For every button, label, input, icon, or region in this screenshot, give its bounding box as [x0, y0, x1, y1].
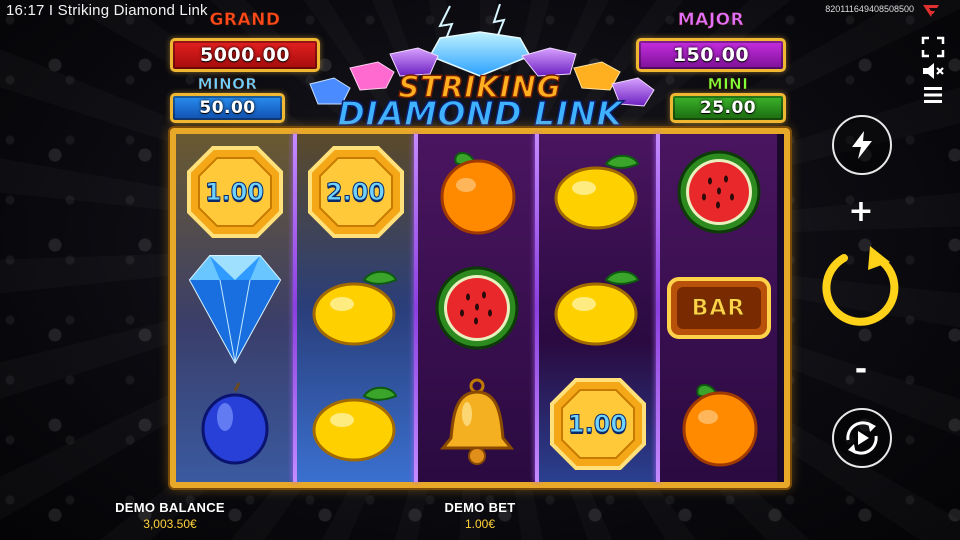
plum-symbol: [176, 366, 293, 482]
menu-icon[interactable]: [921, 84, 945, 106]
reel-4: 1.00: [539, 134, 656, 482]
jackpot-mini-plate: 25.00: [670, 93, 786, 123]
reel-5: BAR: [660, 134, 777, 482]
lightning-icon: [852, 131, 872, 159]
provider-logo-icon: [923, 5, 939, 17]
orange-icon: [440, 152, 515, 235]
jackpot-mini-value: 25.00: [699, 98, 757, 118]
jackpot-major-value: 150.00: [672, 44, 750, 66]
balance-label: DEMO BALANCE: [115, 500, 225, 515]
autoplay-button[interactable]: [832, 408, 892, 468]
lemon-symbol: [297, 250, 414, 366]
game-round-id: 820111649408508500: [825, 4, 914, 14]
fullscreen-icon[interactable]: [921, 36, 945, 58]
decrease-bet-button[interactable]: -: [846, 352, 876, 387]
jackpot-minor-value: 50.00: [199, 98, 256, 118]
jackpot-mini: MINI 25.00: [670, 75, 786, 123]
jackpot-minor-label: MINOR: [197, 75, 258, 94]
spin-button[interactable]: [818, 244, 906, 332]
bet-label: DEMO BET: [444, 500, 516, 515]
lemon-symbol: [539, 250, 656, 366]
coin-value: 2.00: [325, 178, 386, 207]
lemon-symbol: [539, 134, 656, 250]
bell-icon: [439, 378, 514, 465]
lemon-icon: [312, 386, 397, 462]
increase-bet-button[interactable]: +: [846, 194, 876, 229]
bar-label: BAR: [691, 295, 746, 321]
reel-grid: 1.00 2.00 1.00 BAR: [170, 128, 790, 488]
jackpot-grand-value: 5000.00: [199, 44, 291, 66]
watermelon-symbol: [660, 134, 777, 250]
bell-symbol: [418, 366, 535, 482]
watermelon-icon: [677, 150, 760, 234]
orange-symbol: [660, 366, 777, 482]
lemon-symbol: [297, 366, 414, 482]
jackpot-minor-plate: 50.00: [170, 93, 285, 123]
turbo-button[interactable]: [832, 115, 892, 175]
orange-icon: [682, 384, 757, 467]
plum-icon: [201, 382, 268, 465]
orange-symbol: [418, 134, 535, 250]
diamond-icon: [188, 255, 281, 365]
balance-display: DEMO BALANCE 3,003.50€: [100, 500, 240, 531]
reel-2: 2.00: [297, 134, 414, 482]
bet-display[interactable]: DEMO BET 1.00€: [420, 500, 540, 531]
balance-value: 3,003.50€: [143, 517, 197, 531]
autoplay-icon: [846, 421, 878, 455]
cash-coin-symbol: 2.00: [297, 134, 414, 250]
cash-coin-symbol: 1.00: [176, 134, 293, 250]
jackpot-minor: MINOR 50.00: [170, 75, 285, 123]
coin-value: 1.00: [204, 178, 265, 207]
cash-coin-symbol: 1.00: [539, 366, 656, 482]
diamond-symbol: [176, 250, 293, 366]
coin-value: 1.00: [567, 410, 628, 439]
bet-value: 1.00€: [464, 517, 496, 531]
jackpot-mini-label: MINI: [707, 75, 749, 94]
lemon-icon: [312, 270, 397, 346]
reel-3: [418, 134, 535, 482]
watermelon-icon: [435, 266, 518, 350]
spin-arrow-icon: [822, 246, 899, 326]
game-logo: STRIKING DIAMOND LINK: [290, 4, 670, 136]
mute-icon[interactable]: [921, 60, 945, 82]
reel-1: 1.00: [176, 134, 293, 482]
lemon-icon: [554, 154, 639, 230]
bar-symbol: BAR: [660, 250, 777, 366]
lemon-icon: [554, 270, 639, 346]
watermelon-symbol: [418, 250, 535, 366]
